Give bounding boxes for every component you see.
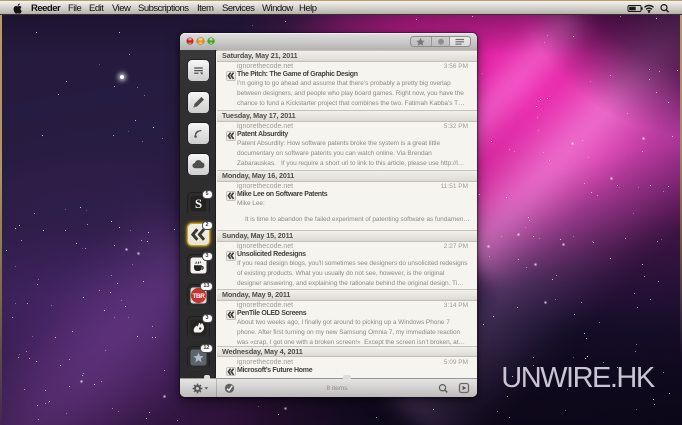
svg-text:TBR: TBR [193,293,206,300]
svg-text:S: S [195,196,202,211]
